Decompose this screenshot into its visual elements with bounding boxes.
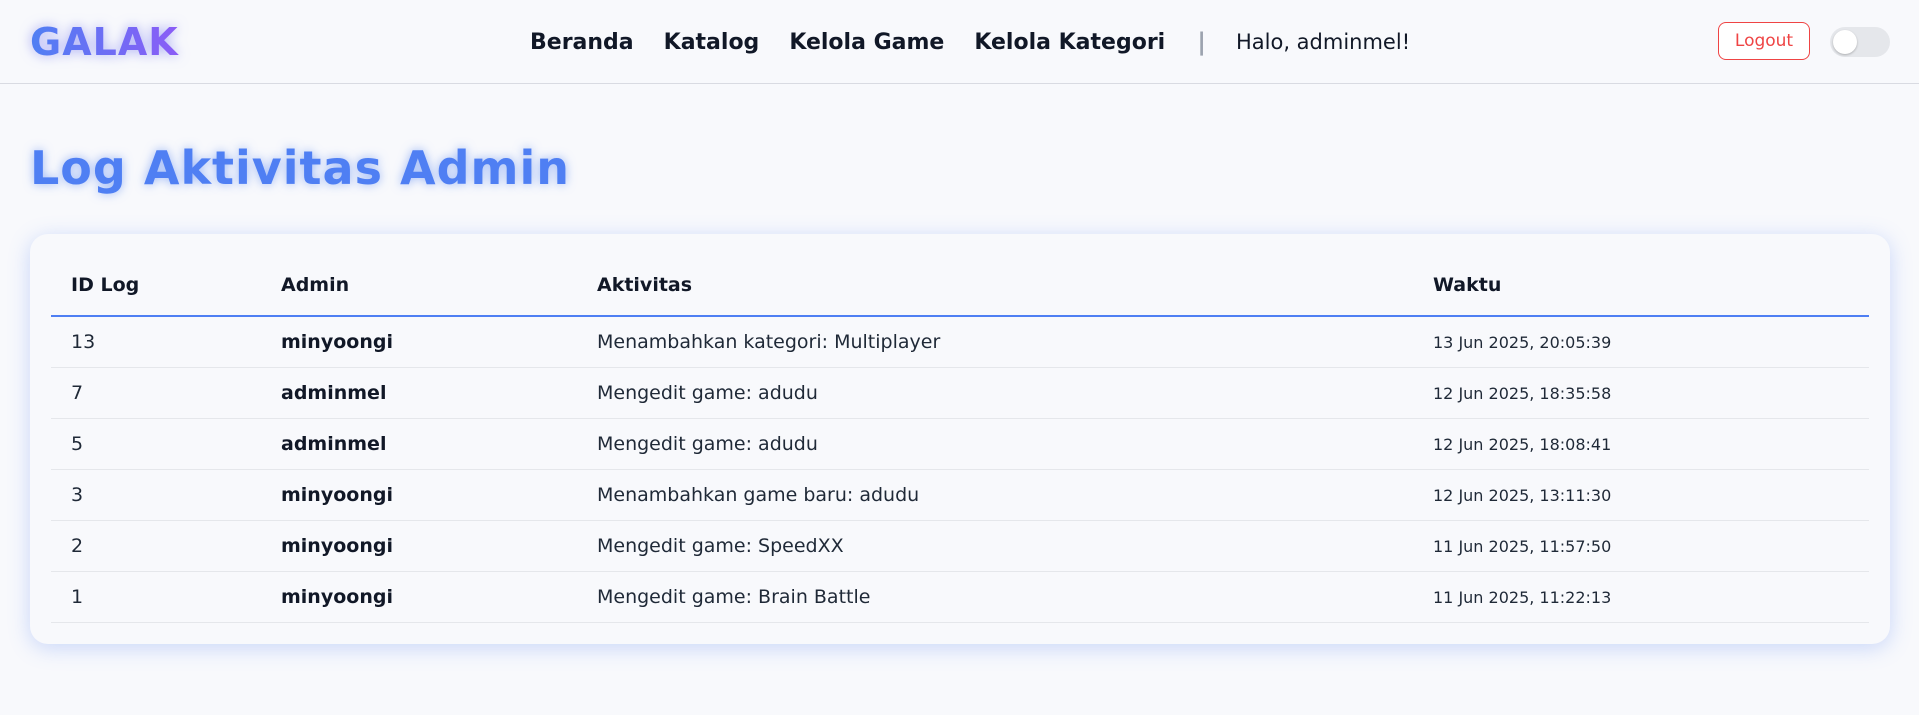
table-row: 7 adminmel Mengedit game: adudu 12 Jun 2… xyxy=(51,367,1869,419)
activity-cell: Mengedit game: Brain Battle xyxy=(577,571,1413,623)
activity-cell: Mengedit game: SpeedXX xyxy=(577,520,1413,572)
admin-cell: minyoongi xyxy=(261,520,577,572)
time-cell: 12 Jun 2025, 18:08:41 xyxy=(1413,418,1869,470)
activity-cell: Menambahkan kategori: Multiplayer xyxy=(577,316,1413,368)
time-cell: 12 Jun 2025, 13:11:30 xyxy=(1413,469,1869,521)
log-id-cell: 2 xyxy=(51,520,261,572)
user-greeting: Halo, adminmel! xyxy=(1235,30,1411,54)
time-cell: 13 Jun 2025, 20:05:39 xyxy=(1413,316,1869,368)
admin-cell: minyoongi xyxy=(261,571,577,623)
table-row: 5 adminmel Mengedit game: adudu 12 Jun 2… xyxy=(51,418,1869,470)
admin-cell: adminmel xyxy=(261,367,577,419)
navbar: GALAK Beranda Katalog Kelola Game Kelola… xyxy=(0,0,1919,84)
time-cell: 11 Jun 2025, 11:22:13 xyxy=(1413,571,1869,623)
page-title: Log Aktivitas Admin xyxy=(30,141,570,195)
activity-cell: Mengedit game: adudu xyxy=(577,367,1413,419)
column-header-aktivitas: Aktivitas xyxy=(577,255,1413,317)
table-row: 2 minyoongi Mengedit game: SpeedXX 11 Ju… xyxy=(51,520,1869,572)
time-cell: 11 Jun 2025, 11:57:50 xyxy=(1413,520,1869,572)
brand-logo[interactable]: GALAK xyxy=(30,20,179,64)
log-id-cell: 7 xyxy=(51,367,261,419)
column-header-waktu: Waktu xyxy=(1413,255,1869,317)
nav-link-beranda[interactable]: Beranda xyxy=(530,30,634,55)
activity-cell: Mengedit game: adudu xyxy=(577,418,1413,470)
activity-log-table: ID Log Admin Aktivitas Waktu 13 minyoong… xyxy=(51,255,1869,623)
nav-link-katalog[interactable]: Katalog xyxy=(664,30,760,55)
log-id-cell: 1 xyxy=(51,571,261,623)
table-header-row: ID Log Admin Aktivitas Waktu xyxy=(51,255,1869,317)
theme-toggle[interactable] xyxy=(1830,27,1890,57)
log-table-card: ID Log Admin Aktivitas Waktu 13 minyoong… xyxy=(30,234,1890,644)
nav-link-kelola-kategori[interactable]: Kelola Kategori xyxy=(974,30,1165,55)
time-cell: 12 Jun 2025, 18:35:58 xyxy=(1413,367,1869,419)
column-header-id-log: ID Log xyxy=(51,255,261,317)
admin-cell: adminmel xyxy=(261,418,577,470)
table-row: 13 minyoongi Menambahkan kategori: Multi… xyxy=(51,316,1869,368)
logout-button[interactable]: Logout xyxy=(1718,22,1810,60)
column-header-admin: Admin xyxy=(261,255,577,317)
main-nav: Beranda Katalog Kelola Game Kelola Kateg… xyxy=(530,26,1410,58)
table-row: 3 minyoongi Menambahkan game baru: adudu… xyxy=(51,469,1869,521)
log-id-cell: 13 xyxy=(51,316,261,368)
activity-cell: Menambahkan game baru: adudu xyxy=(577,469,1413,521)
theme-toggle-knob xyxy=(1833,30,1857,54)
nav-separator: | xyxy=(1197,28,1206,56)
log-id-cell: 3 xyxy=(51,469,261,521)
nav-link-kelola-game[interactable]: Kelola Game xyxy=(789,30,944,55)
table-row: 1 minyoongi Mengedit game: Brain Battle … xyxy=(51,571,1869,623)
admin-cell: minyoongi xyxy=(261,469,577,521)
admin-cell: minyoongi xyxy=(261,316,577,368)
log-id-cell: 5 xyxy=(51,418,261,470)
